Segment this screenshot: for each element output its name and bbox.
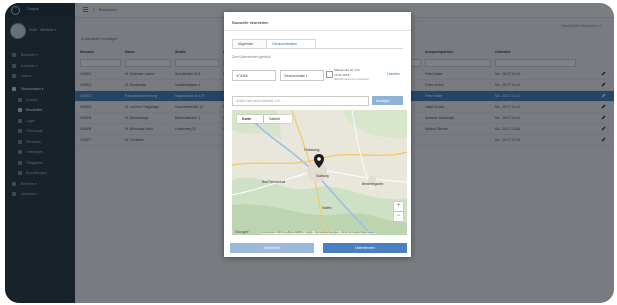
coord-value: 13.06 0015	[334, 72, 350, 77]
coord-title: Mittelpunkt für 170	[334, 68, 360, 72]
google-logo: Google	[235, 229, 249, 234]
map-city-label: Freilassing	[304, 148, 320, 152]
show-address-label: Anzeigen	[376, 99, 390, 103]
coord-note: (Durchsuche im Umkreis)	[334, 77, 369, 81]
tab-geocoordinates-label: Geokoordinaten	[272, 42, 297, 46]
map-view[interactable]: Karte Satellit Salzburg Hallein Freilass…	[232, 110, 407, 235]
dialog-title: Baustelle bearbeiten	[232, 20, 269, 25]
map-city-label: Hallein	[322, 206, 332, 210]
map-type-map-tab[interactable]: Karte	[237, 115, 263, 123]
clear-coordinates-link[interactable]: Löschen	[387, 72, 400, 76]
map-type-map-label: Karte	[242, 117, 252, 121]
map-attribution[interactable]: Kartendaten ©2019 GeoBasis-DE/BKG, Googl…	[262, 231, 375, 234]
cancel-label: Abbrechen	[263, 246, 281, 250]
map-type-satellite-tab[interactable]: Satellit	[264, 115, 292, 123]
longitude-field[interactable]: Geokoordinate 1	[280, 70, 324, 81]
app-window: Saqua Rolle · Neufeldt ▾ Benutzer ▾Konta…	[5, 3, 614, 303]
show-address-button[interactable]: Anzeigen	[372, 96, 403, 105]
center-checkbox[interactable]	[326, 71, 333, 78]
cancel-button[interactable]: Abbrechen	[230, 243, 314, 253]
map-city-label: Salzburg	[316, 174, 329, 178]
map-hint: Zum Übernehmen geklickt	[232, 55, 271, 59]
zoom-out-button[interactable]: −	[394, 212, 403, 221]
tab-underline	[232, 48, 403, 49]
address-search-input[interactable]: Suche nach einer Adresse, z.B.	[232, 96, 369, 106]
map-type-satellite-label: Satellit	[269, 117, 280, 121]
edit-site-dialog: Baustelle bearbeiten Allgemein Geokoordi…	[224, 12, 411, 257]
apply-button[interactable]: Übernehmen	[323, 243, 407, 253]
location-marker-icon[interactable]	[314, 154, 324, 168]
latitude-value: 47.8466	[236, 74, 248, 78]
apply-label: Übernehmen	[355, 246, 375, 250]
latitude-field[interactable]: 47.8466	[232, 70, 276, 81]
longitude-value: Geokoordinate 1	[284, 74, 308, 78]
zoom-in-button[interactable]: +	[394, 202, 403, 211]
dialog-divider	[224, 30, 411, 31]
search-placeholder: Suche nach einer Adresse, z.B.	[236, 99, 281, 103]
tab-general-label: Allgemein	[238, 42, 254, 46]
map-city-label: Berchtesgaden	[362, 182, 384, 186]
map-canvas	[232, 110, 407, 235]
map-city-label: Bad Reichenhall	[262, 180, 286, 184]
